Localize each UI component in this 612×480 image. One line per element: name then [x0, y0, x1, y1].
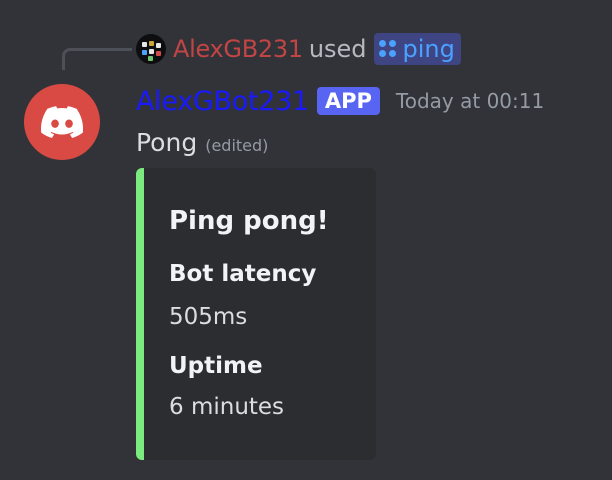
discord-logo-glyph [41, 106, 83, 138]
message-header: AlexGBot231 APP Today at 00:11 [136, 84, 544, 118]
message-text: Pong [136, 128, 198, 157]
embed-field-value: 505ms [169, 304, 248, 330]
command-name: ping [402, 35, 455, 63]
embed-field-value: 6 minutes [169, 394, 285, 420]
edited-label[interactable]: (edited) [205, 136, 268, 155]
slash-command-mention[interactable]: ping [373, 33, 461, 65]
embed-field-name: Uptime [169, 353, 263, 379]
reply-connector-line [62, 48, 132, 70]
user-avatar-icon[interactable] [136, 34, 166, 64]
embed-field-name: Bot latency [169, 261, 317, 287]
command-reply-row[interactable]: AlexGB231 used ping [136, 33, 461, 65]
chat-message: AlexGB231 used ping AlexGBot231 APP Toda… [0, 0, 612, 480]
discord-logo-icon[interactable] [24, 84, 100, 160]
message-timestamp[interactable]: Today at 00:11 [396, 89, 544, 113]
reply-used-text: used [308, 35, 367, 63]
message-embed: Ping pong! Bot latency 505ms Uptime 6 mi… [136, 168, 376, 460]
message-content: Pong (edited) [136, 128, 268, 157]
reply-username[interactable]: AlexGB231 [173, 35, 303, 63]
slash-command-icon [378, 40, 397, 58]
app-badge: APP [316, 87, 380, 115]
embed-color-bar [136, 168, 144, 460]
bot-username[interactable]: AlexGBot231 [136, 86, 309, 117]
embed-title: Ping pong! [169, 206, 329, 236]
